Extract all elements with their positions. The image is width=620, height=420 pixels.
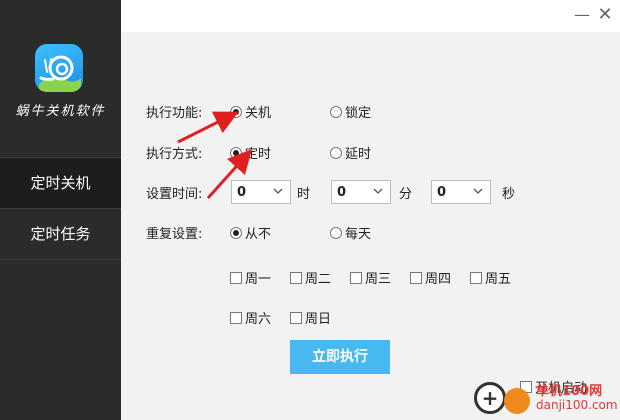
radio-unselected-icon xyxy=(330,226,342,239)
checkbox-monday[interactable]: 周一 xyxy=(230,268,271,287)
minimize-button[interactable]: — xyxy=(571,4,593,26)
checkbox-tuesday[interactable]: 周二 xyxy=(290,268,331,287)
minute-select[interactable]: 0 xyxy=(331,180,391,204)
radio-label: 锁定 xyxy=(345,106,372,121)
nav-item-timed-shutdown[interactable]: 定时关机 xyxy=(0,158,121,208)
radio-label: 延时 xyxy=(345,147,372,162)
checkbox-label: 周六 xyxy=(245,312,272,327)
repeat-label: 重复设置: xyxy=(146,227,203,242)
hour-unit: 时 xyxy=(297,187,311,202)
checkbox-label: 周五 xyxy=(485,272,512,287)
chevron-down-icon xyxy=(273,188,283,194)
radio-unselected-icon xyxy=(330,105,342,118)
checkbox-label: 周一 xyxy=(245,272,272,287)
checkbox-sunday[interactable]: 周日 xyxy=(290,308,331,327)
watermark-url: danji100.com xyxy=(536,398,618,412)
radio-shutdown[interactable]: 关机 xyxy=(230,102,271,121)
radio-lock[interactable]: 锁定 xyxy=(330,102,371,121)
radio-delay[interactable]: 延时 xyxy=(330,143,371,162)
radio-label: 定时 xyxy=(245,147,272,162)
radio-label: 关机 xyxy=(245,106,272,121)
second-select[interactable]: 0 xyxy=(431,180,491,204)
nav-item-timed-tasks[interactable]: 定时任务 xyxy=(0,209,121,259)
checkbox-thursday[interactable]: 周四 xyxy=(410,268,451,287)
radio-selected-icon xyxy=(230,146,242,159)
checkbox-label: 周二 xyxy=(305,272,332,287)
watermark: + 单机100网 danji100.com xyxy=(470,378,620,420)
sidebar: 蜗牛关机软件 定时关机 定时任务 xyxy=(0,0,121,420)
checkbox-icon xyxy=(290,271,302,284)
second-unit: 秒 xyxy=(502,187,516,202)
function-label: 执行功能: xyxy=(146,106,203,121)
radio-label: 从不 xyxy=(245,227,272,242)
radio-selected-icon xyxy=(230,105,242,118)
checkbox-icon xyxy=(230,311,242,324)
nav-divider xyxy=(0,259,121,260)
mode-label: 执行方式: xyxy=(146,147,203,162)
title-bar: — ✕ xyxy=(121,0,620,32)
checkbox-label: 周四 xyxy=(425,272,452,287)
checkbox-icon xyxy=(410,271,422,284)
app-logo-icon xyxy=(35,44,83,92)
checkbox-icon xyxy=(230,271,242,284)
radio-selected-icon xyxy=(230,226,242,239)
watermark-text: 单机100网 xyxy=(536,384,603,399)
chevron-down-icon xyxy=(373,188,383,194)
hour-value: 0 xyxy=(237,184,247,200)
radio-label: 每天 xyxy=(345,227,372,242)
checkbox-saturday[interactable]: 周六 xyxy=(230,308,271,327)
checkbox-label: 周三 xyxy=(365,272,392,287)
second-value: 0 xyxy=(437,184,447,200)
chevron-down-icon xyxy=(473,188,483,194)
time-label: 设置时间: xyxy=(146,187,203,202)
checkbox-icon xyxy=(470,271,482,284)
radio-unselected-icon xyxy=(330,146,342,159)
execute-now-button[interactable]: 立即执行 xyxy=(290,340,390,374)
radio-daily[interactable]: 每天 xyxy=(330,223,371,242)
radio-never[interactable]: 从不 xyxy=(230,223,271,242)
checkbox-wednesday[interactable]: 周三 xyxy=(350,268,391,287)
hour-select[interactable]: 0 xyxy=(231,180,291,204)
minute-unit: 分 xyxy=(399,187,413,202)
close-button[interactable]: ✕ xyxy=(594,4,616,26)
watermark-logo-icon xyxy=(504,388,530,414)
checkbox-icon xyxy=(350,271,362,284)
main-panel: 执行功能: 关机 锁定 执行方式: 定时 延时 设置时间: 0 时 0 分 0 … xyxy=(121,32,620,420)
plus-icon: + xyxy=(474,382,506,414)
checkbox-label: 周日 xyxy=(305,312,332,327)
minute-value: 0 xyxy=(337,184,347,200)
checkbox-icon xyxy=(290,311,302,324)
app-name: 蜗牛关机软件 xyxy=(15,104,106,119)
checkbox-friday[interactable]: 周五 xyxy=(470,268,511,287)
radio-scheduled[interactable]: 定时 xyxy=(230,143,271,162)
